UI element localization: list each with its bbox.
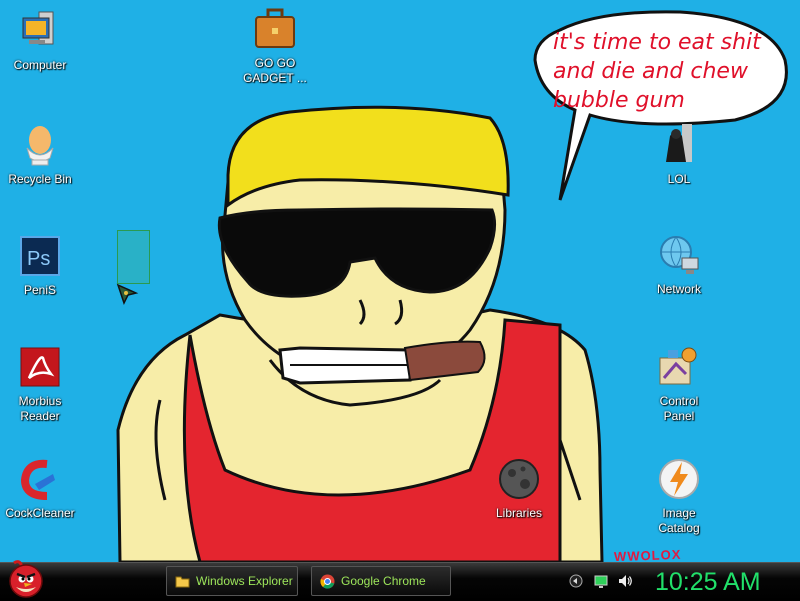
desktop-icon-label: PeniS (23, 283, 57, 297)
desktop-icon-recycle-bin[interactable]: Recycle Bin (0, 122, 85, 187)
desktop-icon-image-catalog[interactable]: Image Catalog (634, 456, 724, 536)
selection-rectangle (117, 230, 150, 284)
speech-line-2: and die and chew (553, 59, 748, 84)
desktop-icon-label: CockCleaner (5, 506, 75, 520)
computer-icon (22, 11, 54, 45)
moon-rock-icon (499, 459, 539, 499)
angry-bird-icon[interactable] (6, 557, 46, 599)
taskbar-button-label: Google Chrome (341, 574, 426, 588)
desktop-icon-label: LOL (667, 172, 691, 186)
control-panel-icon (659, 347, 697, 385)
lightning-icon (659, 459, 699, 499)
desktop-icon-lol[interactable]: LOL (634, 122, 724, 187)
desktop-icon-morbius-reader[interactable]: Morbius Reader (0, 344, 85, 424)
desktop-icon-label: Recycle Bin (8, 172, 72, 186)
egg-cup-icon (26, 126, 54, 166)
folder-icon (175, 576, 190, 587)
monitor-tray-icon[interactable] (593, 573, 609, 589)
graffiti-text: WWOLOX (613, 546, 682, 562)
volume-icon[interactable] (617, 573, 633, 589)
taskbar-button-label: Windows Explorer (196, 574, 293, 588)
desktop-icon-go-go-gadget[interactable]: GO GO GADGET ... (230, 6, 320, 86)
taskbar-button-windows-explorer[interactable]: Windows Explorer (166, 566, 298, 596)
speech-bubble-text: it's time to eat shit and die and chew b… (553, 28, 783, 115)
desktop-icon-label: GO GO GADGET ... (243, 56, 307, 85)
taskbar-button-google-chrome[interactable]: Google Chrome (311, 566, 451, 596)
desktop-icon-label: Network (656, 282, 701, 296)
desktop-icon-computer[interactable]: Computer (0, 8, 85, 73)
desktop-icon-label: Morbius Reader (18, 394, 62, 423)
briefcase-icon (255, 8, 295, 48)
photoshop-icon: Ps (20, 236, 60, 276)
desktop-icon-label: Libraries (495, 506, 543, 520)
desktop-icon-libraries[interactable]: Libraries (474, 456, 564, 521)
speech-line-3: bubble gum (553, 88, 685, 113)
network-tray-icon[interactable] (568, 573, 584, 589)
chrome-icon (320, 574, 335, 589)
taskbar-clock[interactable]: 10:25 AM (655, 565, 761, 599)
desktop-icon-cockcleaner[interactable]: CockCleaner (0, 456, 85, 521)
desktop-icon-control-panel[interactable]: Control Panel (634, 344, 724, 424)
speech-line-1: it's time to eat shit (553, 30, 761, 55)
svg-text:Ps: Ps (27, 248, 50, 270)
desktop-icon-penis[interactable]: Ps PeniS (0, 233, 85, 298)
desktop-icon-label: Control Panel (659, 394, 699, 423)
desktop-icon-network[interactable]: Network (634, 232, 724, 297)
network-globe-icon (660, 236, 699, 274)
pdf-reader-icon (20, 347, 60, 387)
ccleaner-icon (20, 459, 55, 500)
desktop-icon-label: Image Catalog (658, 506, 700, 535)
dark-figure-icon (666, 124, 692, 162)
desktop[interactable]: it's time to eat shit and die and chew b… (0, 0, 800, 562)
desktop-icon-label: Computer (13, 58, 67, 72)
mouse-cursor-icon (116, 283, 139, 305)
taskbar: Windows Explorer Google Chrome 10:25 AM (0, 560, 800, 601)
